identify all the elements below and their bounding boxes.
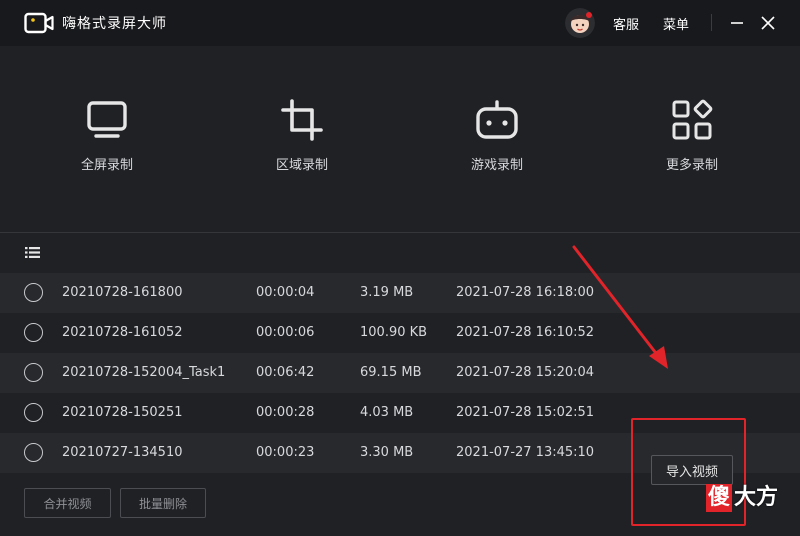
file-name: 20210727-134510 bbox=[62, 445, 183, 460]
file-name: 20210728-152004_Task1 bbox=[62, 365, 226, 380]
file-size: 3.19 MB bbox=[360, 285, 414, 300]
row-select-radio[interactable] bbox=[24, 283, 43, 302]
file-name: 20210728-161800 bbox=[62, 285, 183, 300]
gamepad-icon bbox=[476, 100, 518, 139]
watermark-first-char: 傻 bbox=[706, 484, 733, 512]
row-select-radio[interactable] bbox=[24, 403, 43, 422]
close-icon bbox=[761, 16, 775, 30]
record-mode-more[interactable]: 更多录制 bbox=[632, 98, 752, 173]
watermark-text: 大方 bbox=[734, 485, 779, 510]
list-header bbox=[0, 233, 800, 273]
file-duration: 00:00:06 bbox=[256, 325, 315, 340]
file-date: 2021-07-28 15:02:51 bbox=[456, 405, 595, 420]
video-camera-icon bbox=[24, 12, 54, 34]
record-mode-game[interactable]: 游戏录制 bbox=[437, 98, 557, 173]
title-divider bbox=[711, 14, 712, 31]
file-name: 20210728-161052 bbox=[62, 325, 183, 340]
file-size: 4.03 MB bbox=[360, 405, 414, 420]
list-icon[interactable] bbox=[25, 246, 40, 259]
record-mode-region[interactable]: 区域录制 bbox=[242, 98, 362, 173]
list-item[interactable]: 20210728-161052 00:00:06 100.90 KB 2021-… bbox=[0, 313, 800, 353]
monitor-icon bbox=[87, 101, 127, 138]
row-select-radio[interactable] bbox=[24, 323, 43, 342]
list-item[interactable]: 20210728-152004_Task1 00:06:42 69.15 MB … bbox=[0, 353, 800, 393]
file-name: 20210728-150251 bbox=[62, 405, 183, 420]
list-item[interactable]: 20210728-161800 00:00:04 3.19 MB 2021-07… bbox=[0, 273, 800, 313]
file-size: 69.15 MB bbox=[360, 365, 422, 380]
record-mode-label: 全屏录制 bbox=[80, 158, 133, 173]
file-size: 3.30 MB bbox=[360, 445, 414, 460]
record-mode-label: 游戏录制 bbox=[470, 158, 523, 173]
watermark: 傻 大方 bbox=[706, 478, 778, 518]
annotation-arrow bbox=[572, 245, 668, 369]
batch-delete-button[interactable]: 批量删除 bbox=[120, 488, 206, 518]
file-duration: 00:00:04 bbox=[256, 285, 315, 300]
file-duration: 00:06:42 bbox=[256, 365, 315, 380]
grid-more-icon bbox=[672, 99, 713, 140]
app-title: 嗨格式录屏大师 bbox=[62, 16, 167, 32]
file-size: 100.90 KB bbox=[360, 325, 428, 340]
title-bar: 嗨格式录屏大师 客服 菜单 bbox=[0, 0, 800, 46]
user-avatar[interactable] bbox=[565, 8, 595, 38]
row-select-radio[interactable] bbox=[24, 443, 43, 462]
record-mode-panel: 全屏录制 区域录制 游戏录制 更多录制 bbox=[0, 46, 800, 232]
crop-icon bbox=[281, 99, 323, 141]
customer-service-button[interactable]: 客服 bbox=[613, 14, 639, 33]
file-date: 2021-07-27 13:45:10 bbox=[456, 445, 595, 460]
minimize-icon bbox=[731, 22, 743, 24]
minimize-button[interactable] bbox=[726, 12, 748, 34]
merge-videos-button[interactable]: 合并视频 bbox=[24, 488, 111, 518]
record-mode-label: 更多录制 bbox=[665, 158, 718, 173]
close-button[interactable] bbox=[757, 12, 779, 34]
file-duration: 00:00:23 bbox=[256, 445, 315, 460]
file-duration: 00:00:28 bbox=[256, 405, 315, 420]
row-select-radio[interactable] bbox=[24, 363, 43, 382]
menu-button[interactable]: 菜单 bbox=[663, 14, 689, 33]
record-mode-fullscreen[interactable]: 全屏录制 bbox=[47, 98, 167, 173]
record-mode-label: 区域录制 bbox=[275, 158, 328, 173]
